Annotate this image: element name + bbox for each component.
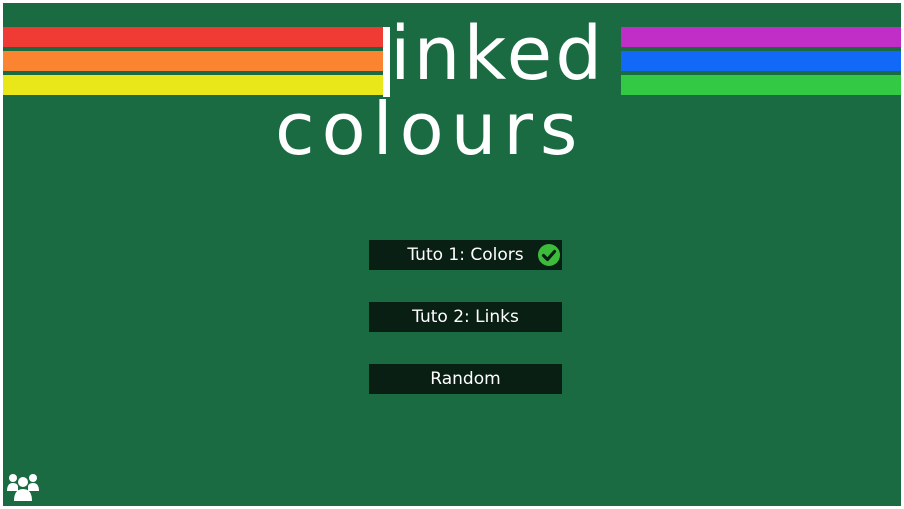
stripe-green bbox=[621, 75, 901, 95]
stripe-blue bbox=[621, 51, 901, 71]
check-circle-icon bbox=[538, 244, 560, 266]
random-button[interactable]: Random bbox=[369, 364, 562, 394]
stripe-red bbox=[3, 27, 383, 47]
game-screen: inked colours Tuto 1: Colors Tuto 2: Lin… bbox=[3, 3, 901, 506]
random-label: Random bbox=[430, 369, 501, 389]
logo-line2: colours bbox=[275, 87, 585, 171]
tuto2-button[interactable]: Tuto 2: Links bbox=[369, 302, 562, 332]
tuto2-label: Tuto 2: Links bbox=[412, 307, 519, 327]
stripe-purple bbox=[621, 27, 901, 47]
stripe-orange bbox=[3, 51, 383, 71]
users-icon[interactable] bbox=[7, 469, 39, 501]
tuto1-button[interactable]: Tuto 1: Colors bbox=[369, 240, 562, 270]
logo-line1: inked bbox=[390, 11, 606, 97]
tuto1-label: Tuto 1: Colors bbox=[407, 245, 524, 265]
